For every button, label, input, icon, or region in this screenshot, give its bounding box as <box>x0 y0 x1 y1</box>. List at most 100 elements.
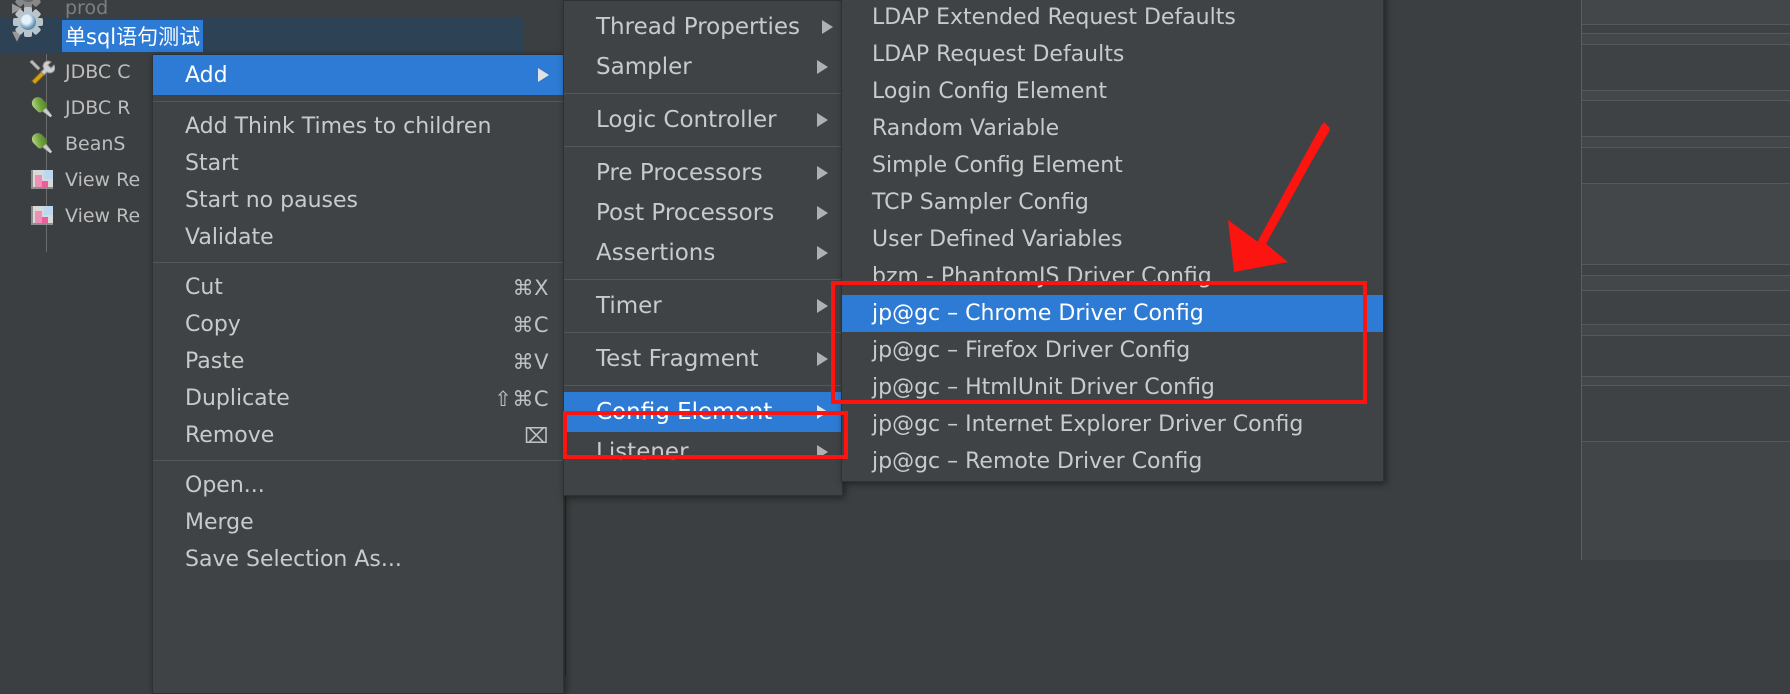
menu-item-label: Sampler <box>596 54 692 80</box>
menu-item-pre-processors[interactable]: Pre Processors <box>564 153 842 193</box>
menu-item-timer[interactable]: Timer <box>564 286 842 326</box>
menu-item-user-defined-variables[interactable]: User Defined Variables <box>842 221 1383 258</box>
menu-item-jpgc-chrome-driver-config[interactable]: jp@gc – Chrome Driver Config <box>842 295 1383 332</box>
menu-item-bzm-phantomjs-driver-config[interactable]: bzm - PhantomJS Driver Config <box>842 258 1383 295</box>
menu-item-label: jp@gc – Internet Explorer Driver Config <box>872 412 1304 437</box>
table-row <box>1582 377 1790 386</box>
gear-icon <box>14 8 56 50</box>
table-row <box>1582 25 1790 34</box>
shortcut-label: ⌧ <box>524 423 549 448</box>
chevron-right-icon <box>817 206 828 220</box>
chevron-right-icon <box>817 445 828 459</box>
chevron-right-icon <box>538 68 549 82</box>
tree-item-sql-test[interactable]: ▼ 单sql语句测试 <box>0 8 523 54</box>
menu-item-label: jp@gc – Firefox Driver Config <box>872 338 1191 363</box>
menu-item-simple-config-element[interactable]: Simple Config Element <box>842 147 1383 184</box>
menu-item-label: Thread Properties <box>596 14 800 40</box>
application-root: ▶ prod ▼ 单sql语句测试 JDBC C JDBC R BeanS Vi… <box>0 0 1790 694</box>
chart-icon <box>28 166 56 194</box>
menu-item-assertions[interactable]: Assertions <box>564 233 842 273</box>
menu-item-jpgc-firefox-driver-config[interactable]: jp@gc – Firefox Driver Config <box>842 332 1383 369</box>
menu-item-save-selection-as[interactable]: Save Selection As... <box>153 541 563 578</box>
tree-item-label: View Re <box>65 205 141 227</box>
menu-item-jpgc-htmlunit-driver-config[interactable]: jp@gc – HtmlUnit Driver Config <box>842 369 1383 406</box>
tree-item-jdbc-config[interactable]: JDBC C <box>0 54 134 90</box>
menu-item-cut[interactable]: Cut ⌘X <box>153 269 563 306</box>
config-element-submenu[interactable]: LDAP Extended Request Defaults LDAP Requ… <box>841 0 1384 482</box>
menu-separator <box>564 93 842 94</box>
table-row <box>1582 325 1790 336</box>
menu-item-add-think-times[interactable]: Add Think Times to children <box>153 108 563 145</box>
table-row <box>1582 137 1790 148</box>
menu-item-label: Start <box>185 151 239 176</box>
menu-item-post-processors[interactable]: Post Processors <box>564 193 842 233</box>
menu-item-remove[interactable]: Remove ⌧ <box>153 417 563 454</box>
table-row <box>1582 265 1790 276</box>
table-row <box>1582 91 1790 101</box>
tree-item-view-results-2[interactable]: View Re <box>0 198 143 234</box>
menu-item-listener[interactable]: Listener <box>564 432 842 472</box>
menu-item-sampler[interactable]: Sampler <box>564 47 842 87</box>
tree-item-label: prod <box>65 0 109 19</box>
table-row <box>1582 184 1790 265</box>
menu-item-logic-controller[interactable]: Logic Controller <box>564 100 842 140</box>
menu-item-thread-properties[interactable]: Thread Properties <box>564 7 842 47</box>
wrench-icon-glyph <box>29 60 55 84</box>
menu-item-jpgc-internet-explorer-driver-config[interactable]: jp@gc – Internet Explorer Driver Config <box>842 406 1383 443</box>
menu-item-validate[interactable]: Validate <box>153 219 563 256</box>
menu-item-label: TCP Sampler Config <box>872 190 1089 215</box>
chevron-right-icon <box>817 113 828 127</box>
menu-item-ldap-request-defaults[interactable]: LDAP Request Defaults <box>842 36 1383 73</box>
table-row <box>1582 291 1790 325</box>
chevron-right-icon <box>821 20 833 34</box>
tree-item-jdbc-request[interactable]: JDBC R <box>0 90 133 126</box>
menu-item-label: Timer <box>596 293 662 319</box>
tree-item-view-results-1[interactable]: View Re <box>0 162 143 198</box>
menu-item-label: Assertions <box>596 240 716 266</box>
menu-item-open[interactable]: Open... <box>153 467 563 504</box>
menu-item-duplicate[interactable]: Duplicate ⇧⌘C <box>153 380 563 417</box>
table-row <box>1582 148 1790 184</box>
context-menu[interactable]: Add Add Think Times to children Start St… <box>152 54 564 694</box>
menu-separator <box>564 332 842 333</box>
menu-item-ldap-extended-request-defaults[interactable]: LDAP Extended Request Defaults <box>842 0 1383 36</box>
table-row <box>1582 34 1790 45</box>
chevron-right-icon <box>817 246 828 260</box>
menu-item-random-variable[interactable]: Random Variable <box>842 110 1383 147</box>
menu-item-login-config-element[interactable]: Login Config Element <box>842 73 1383 110</box>
menu-item-label: bzm - PhantomJS Driver Config <box>872 264 1212 289</box>
menu-item-label: LDAP Request Defaults <box>872 42 1125 67</box>
menu-item-label: Open... <box>185 473 265 498</box>
menu-item-start-no-pauses[interactable]: Start no pauses <box>153 182 563 219</box>
menu-item-label: Paste <box>185 349 245 374</box>
menu-item-start[interactable]: Start <box>153 145 563 182</box>
menu-item-label: Add <box>185 62 228 88</box>
menu-item-label: jp@gc – Chrome Driver Config <box>872 301 1204 326</box>
menu-separator <box>564 146 842 147</box>
menu-separator <box>564 385 842 386</box>
menu-item-jpgc-remote-driver-config[interactable]: jp@gc – Remote Driver Config <box>842 443 1383 480</box>
menu-item-label: Test Fragment <box>596 346 759 372</box>
menu-item-tcp-sampler-config[interactable]: TCP Sampler Config <box>842 184 1383 221</box>
chevron-right-icon <box>817 405 828 419</box>
menu-item-add[interactable]: Add <box>153 55 563 95</box>
menu-item-merge[interactable]: Merge <box>153 504 563 541</box>
menu-separator <box>153 101 563 102</box>
add-submenu[interactable]: Thread Properties Sampler Logic Controll… <box>563 0 843 496</box>
menu-item-paste[interactable]: Paste ⌘V <box>153 343 563 380</box>
chevron-right-icon <box>817 166 828 180</box>
shortcut-label: ⌘C <box>512 312 549 337</box>
menu-item-label: Add Think Times to children <box>185 114 492 139</box>
menu-separator <box>153 460 563 461</box>
menu-item-label: Post Processors <box>596 200 775 226</box>
tree-item-beanshell[interactable]: BeanS <box>0 126 128 162</box>
shortcut-label: ⇧⌘C <box>494 386 549 411</box>
table-row <box>1582 336 1790 377</box>
menu-item-test-fragment[interactable]: Test Fragment <box>564 339 842 379</box>
table-row <box>1582 386 1790 442</box>
pipette-icon <box>28 94 56 122</box>
menu-item-copy[interactable]: Copy ⌘C <box>153 306 563 343</box>
menu-item-config-element[interactable]: Config Element <box>564 392 842 432</box>
menu-item-label: Merge <box>185 510 254 535</box>
menu-item-label: Start no pauses <box>185 188 358 213</box>
